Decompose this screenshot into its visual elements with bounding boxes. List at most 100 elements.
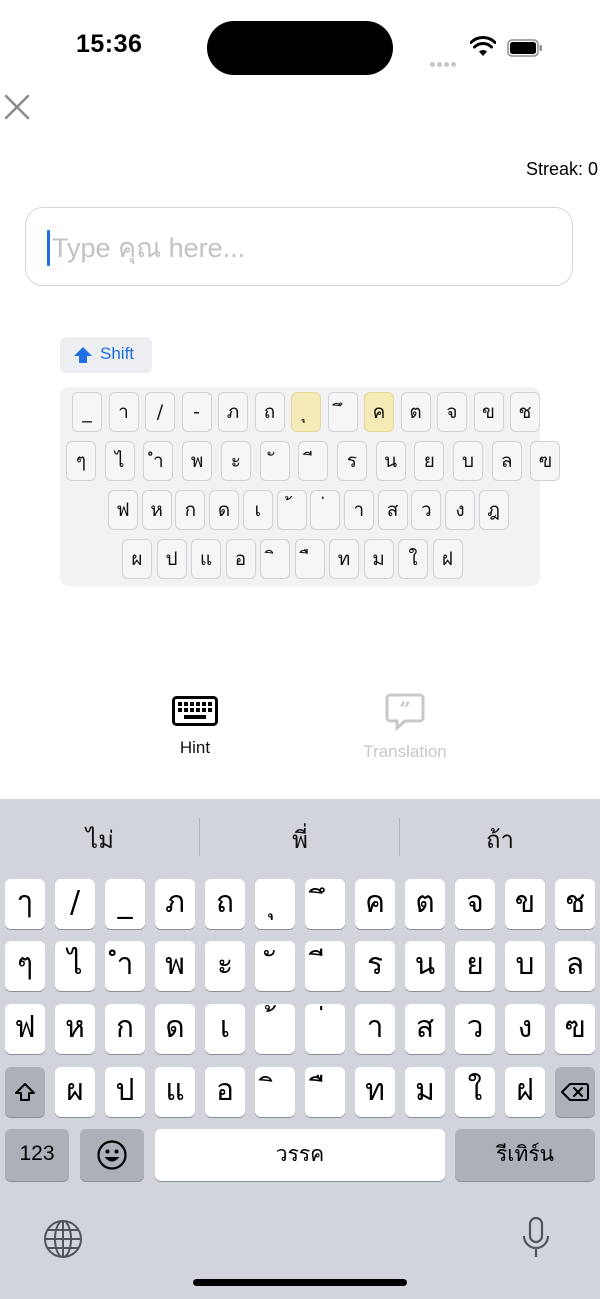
hint-label: Hint [179,738,211,757]
keyboard-key[interactable]: ป [105,1067,145,1117]
numbers-key[interactable]: 123 [5,1129,69,1181]
keyboard-key[interactable]: เ [205,1004,245,1054]
keyboard-key[interactable]: ี [305,941,345,991]
text-caret [47,230,50,266]
keyboard-key[interactable]: ่ [305,1004,345,1054]
hint-key: เ [242,490,273,530]
keyboard-key[interactable]: พ [155,941,195,991]
hint-key: ท [329,539,359,579]
space-key[interactable]: วรรค [155,1129,445,1181]
shift-arrow-icon [15,1083,35,1101]
keyboard-key[interactable]: ส [405,1004,445,1054]
keyboard-key[interactable]: น [405,941,445,991]
keyboard-key[interactable]: ะ [205,941,245,991]
keyboard-key[interactable]: ว [455,1004,495,1054]
cellular-signal-icon [430,52,458,71]
hint-key: ะ [220,441,251,481]
keyboard-key[interactable]: / [55,879,95,929]
hint-key: ถ [254,392,285,432]
hint-key: ฎ [478,490,509,530]
keyboard-key[interactable]: ั [255,941,295,991]
keyboard-key[interactable]: แ [155,1067,195,1117]
keyboard-key[interactable]: ถ [205,879,245,929]
keyboard-key[interactable]: ห [55,1004,95,1054]
keyboard-key[interactable]: า [355,1004,395,1054]
suggestion-3[interactable]: ถ้า [400,820,600,859]
hint-key: ื [294,539,325,579]
status-time: 15:36 [76,30,143,58]
keyboard-key[interactable]: ค [355,879,395,929]
hint-key: ผ [122,539,152,579]
keyboard-key[interactable]: ล [555,941,595,991]
keyboard-key[interactable]: ฝ [505,1067,545,1117]
hint-key: ข [473,392,504,432]
hint-key: ช [510,392,540,432]
hint-key: ้ [276,490,307,530]
keyboard-key[interactable]: ใ [455,1067,495,1117]
keyboard-key[interactable]: ม [405,1067,445,1117]
emoji-icon [97,1140,127,1170]
keyboard-key[interactable]: อ [205,1067,245,1117]
keyboard-key[interactable]: ๆ [5,941,45,991]
microphone-icon[interactable] [521,1216,551,1260]
hint-key: _ [72,392,102,432]
keyboard-key[interactable]: ไ [55,941,95,991]
keyboard-key[interactable]: ต [405,879,445,929]
translation-button[interactable]: ” Translation [350,692,460,762]
keyboard-key[interactable]: บ [505,941,545,991]
hint-key: แ [191,539,221,579]
keyboard-key[interactable]: ช [555,879,595,929]
hint-button[interactable]: Hint [165,692,225,762]
hint-key: ค [364,392,394,432]
backspace-key[interactable] [555,1067,595,1117]
keyboard-key[interactable]: ฟ [5,1004,45,1054]
hint-key: ำ [143,441,174,481]
hint-key: ไ [104,441,135,481]
shift-button[interactable]: Shift [60,337,152,373]
keyboard-key[interactable]: ร [355,941,395,991]
hint-key: ง [445,490,475,530]
hint-key: จ [437,392,467,432]
keyboard-key[interactable]: ย [455,941,495,991]
shift-key[interactable] [5,1067,45,1117]
hint-key: ต [400,392,431,432]
keyboard-key[interactable]: ึ [305,879,345,929]
hint-key: ม [363,539,394,579]
battery-icon [507,39,542,57]
keyboard-key[interactable]: ก [105,1004,145,1054]
suggestion-1[interactable]: ไม่ [0,820,200,859]
keyboard-key[interactable]: ข [505,879,545,929]
emoji-key[interactable] [80,1129,144,1181]
close-icon[interactable] [2,92,32,122]
hint-key: ย [414,441,445,481]
keyboard-key[interactable]: ื [305,1067,345,1117]
suggestion-2[interactable]: พี่ [200,820,400,859]
hint-key: อ [225,539,256,579]
keyboard-key[interactable]: ำ [105,941,145,991]
keyboard-key[interactable]: ผ [55,1067,95,1117]
keyboard-key[interactable]: จ [455,879,495,929]
globe-icon[interactable] [43,1219,83,1259]
keyboard-key[interactable]: ภ [155,879,195,929]
dynamic-island [207,21,393,75]
hint-key: ๆ [66,441,96,481]
translation-label: Translation [363,742,447,761]
hint-key: ใ [398,539,428,579]
hint-key: า [343,490,374,530]
return-key[interactable]: รีเทิร์น [455,1129,595,1181]
keyboard-key[interactable]: ิ [255,1067,295,1117]
keyboard-key[interactable]: ้ [255,1004,295,1054]
keyboard-key[interactable]: ท [355,1067,395,1117]
hint-key: ึ [327,392,358,432]
keyboard-key[interactable]: ๅ [5,879,45,929]
keyboard-key[interactable]: ฃ [555,1004,595,1054]
keyboard-key[interactable]: ด [155,1004,195,1054]
keyboard-key[interactable]: _ [105,879,145,929]
hint-key: ่ [310,490,341,530]
hint-key: ี [298,441,329,481]
hint-key: ฝ [432,539,463,579]
keyboard-key[interactable]: ุ [255,879,295,929]
keyboard-key[interactable]: ง [505,1004,545,1054]
hint-key: พ [182,441,213,481]
hint-key: ก [175,490,206,530]
